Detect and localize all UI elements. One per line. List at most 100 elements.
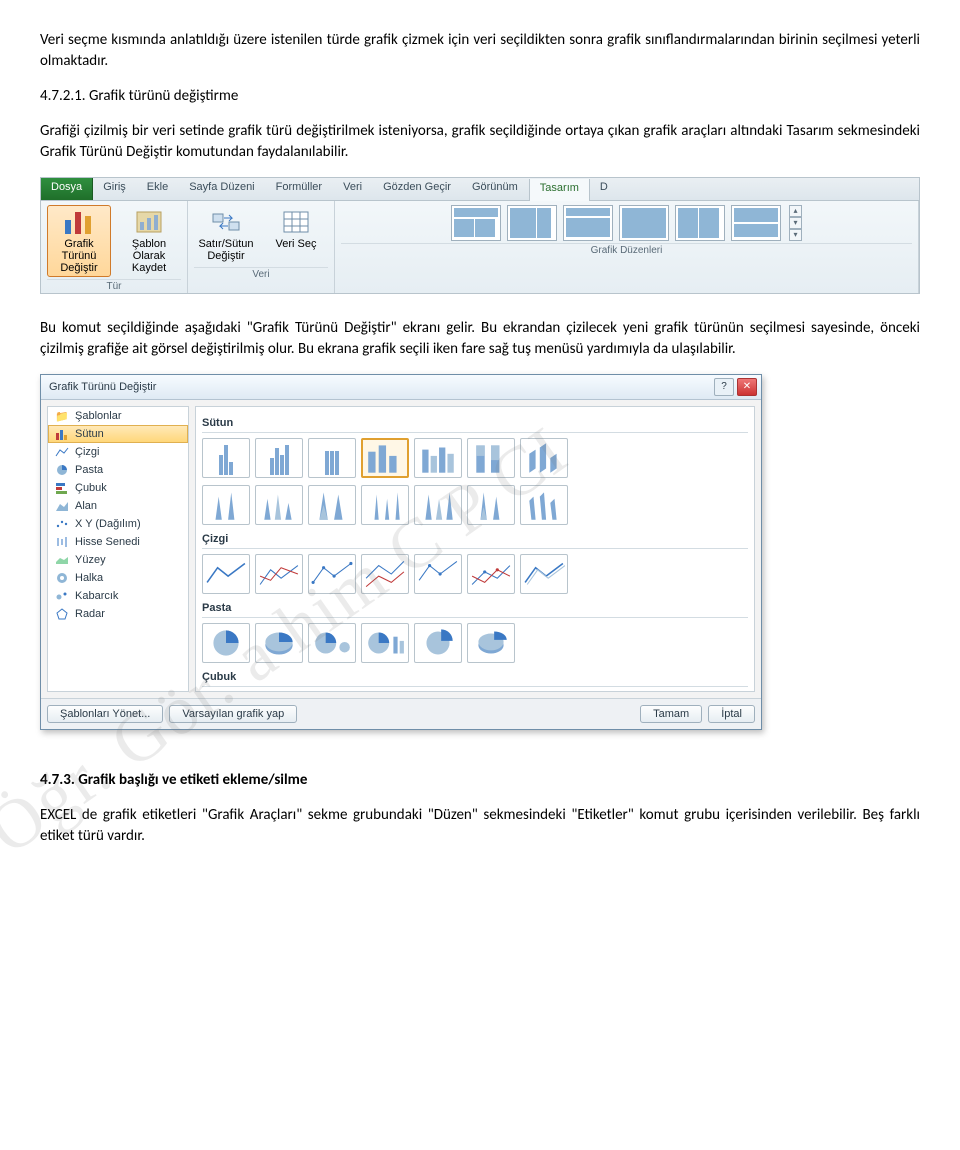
- side-item-label: Halka: [75, 572, 103, 584]
- side-item-sutun[interactable]: Sütun: [48, 425, 188, 443]
- tab-gorunum[interactable]: Görünüm: [462, 178, 529, 200]
- set-default-chart-button[interactable]: Varsayılan grafik yap: [169, 705, 297, 723]
- stock-chart-icon: [55, 536, 69, 548]
- change-chart-type-label: Grafik Türünü Değiştir: [50, 238, 108, 274]
- side-item-label: Sütun: [75, 428, 104, 440]
- bubble-chart-icon: [55, 590, 69, 602]
- line-thumb[interactable]: [414, 554, 462, 594]
- side-item-kabarcik[interactable]: Kabarcık: [48, 587, 188, 605]
- ribbon-tabs: Dosya Giriş Ekle Sayfa Düzeni Formüller …: [41, 178, 919, 201]
- bar-chart-icon: [55, 482, 69, 494]
- column-thumb[interactable]: [414, 485, 462, 525]
- column-thumb[interactable]: [361, 485, 409, 525]
- column-thumb[interactable]: [202, 485, 250, 525]
- section-4721-body: Grafiği çizilmiş bir veri setinde grafik…: [40, 121, 920, 163]
- donut-chart-icon: [55, 572, 69, 584]
- side-item-label: Alan: [75, 500, 97, 512]
- chart-layout-thumb[interactable]: [675, 205, 725, 241]
- side-item-label: Pasta: [75, 464, 103, 476]
- side-item-label: Hisse Senedi: [75, 536, 140, 548]
- column-thumb[interactable]: [255, 485, 303, 525]
- column-thumb[interactable]: [255, 438, 303, 478]
- more-icon[interactable]: ▾: [789, 229, 802, 241]
- side-item-hisse[interactable]: Hisse Senedi: [48, 533, 188, 551]
- line-thumb[interactable]: [520, 554, 568, 594]
- change-chart-type-button[interactable]: Grafik Türünü Değiştir: [47, 205, 111, 277]
- select-data-button[interactable]: Veri Seç: [264, 205, 328, 253]
- pie-thumb[interactable]: [308, 623, 356, 663]
- bar-chart-icon: [63, 208, 95, 236]
- tab-dosya[interactable]: Dosya: [41, 178, 93, 200]
- line-thumb[interactable]: [255, 554, 303, 594]
- chevron-down-icon[interactable]: ▾: [789, 217, 802, 229]
- pie-thumb[interactable]: [467, 623, 515, 663]
- tab-gozden-gecir[interactable]: Gözden Geçir: [373, 178, 462, 200]
- category-heading-sutun: Sütun: [202, 415, 748, 433]
- dialog-title-text: Grafik Türünü Değiştir: [49, 381, 156, 393]
- column-thumb[interactable]: [520, 438, 568, 478]
- chart-layout-thumb[interactable]: [731, 205, 781, 241]
- save-as-template-button[interactable]: Şablon Olarak Kaydet: [117, 205, 181, 277]
- column-thumb[interactable]: [467, 485, 515, 525]
- tab-veri[interactable]: Veri: [333, 178, 373, 200]
- pie-thumb[interactable]: [361, 623, 409, 663]
- side-item-cizgi[interactable]: Çizgi: [48, 443, 188, 461]
- line-thumb[interactable]: [308, 554, 356, 594]
- column-thumb[interactable]: [308, 485, 356, 525]
- side-item-yuzey[interactable]: Yüzey: [48, 551, 188, 569]
- surface-chart-icon: [55, 554, 69, 566]
- tab-extra[interactable]: D: [590, 178, 619, 200]
- side-item-sablonlar[interactable]: 📁 Şablonlar: [48, 407, 188, 425]
- side-item-radar[interactable]: Radar: [48, 605, 188, 623]
- tab-sayfa-duzeni[interactable]: Sayfa Düzeni: [179, 178, 265, 200]
- side-item-label: Radar: [75, 608, 105, 620]
- category-heading-pasta: Pasta: [202, 600, 748, 618]
- column-thumb[interactable]: [308, 438, 356, 478]
- column-thumb[interactable]: [520, 485, 568, 525]
- tab-giris[interactable]: Giriş: [93, 178, 137, 200]
- line-thumb[interactable]: [467, 554, 515, 594]
- section-4721-heading: 4.7.2.1. Grafik türünü değiştirme: [40, 86, 920, 107]
- help-button[interactable]: ?: [714, 378, 734, 396]
- tab-ekle[interactable]: Ekle: [137, 178, 179, 200]
- chart-layout-thumb[interactable]: [507, 205, 557, 241]
- chart-layout-thumb[interactable]: [563, 205, 613, 241]
- line-chart-icon: [55, 446, 69, 458]
- pie-thumb[interactable]: [202, 623, 250, 663]
- column-thumb[interactable]: [202, 438, 250, 478]
- dialog-footer: Şablonları Yönet... Varsayılan grafik ya…: [41, 698, 761, 729]
- cancel-button[interactable]: İptal: [708, 705, 755, 723]
- side-item-label: Şablonlar: [75, 410, 121, 422]
- column-thumb-selected[interactable]: [361, 438, 409, 478]
- ok-button[interactable]: Tamam: [640, 705, 702, 723]
- scatter-chart-icon: [55, 518, 69, 530]
- column-thumb[interactable]: [414, 438, 462, 478]
- tab-formuller[interactable]: Formüller: [266, 178, 333, 200]
- tab-tasarim[interactable]: Tasarım: [529, 179, 590, 201]
- chart-category-list: 📁 Şablonlar Sütun Çizgi Pasta Çubuk: [47, 406, 189, 692]
- side-item-label: Kabarcık: [75, 590, 118, 602]
- close-button[interactable]: ✕: [737, 378, 757, 396]
- side-item-cubuk[interactable]: Çubuk: [48, 479, 188, 497]
- chevron-up-icon[interactable]: ▴: [789, 205, 802, 217]
- line-thumb[interactable]: [202, 554, 250, 594]
- layout-gallery-nav[interactable]: ▴ ▾ ▾: [789, 205, 802, 241]
- side-item-halka[interactable]: Halka: [48, 569, 188, 587]
- switch-row-column-button[interactable]: Satır/Sütun Değiştir: [194, 205, 258, 265]
- area-chart-icon: [55, 500, 69, 512]
- line-thumb[interactable]: [361, 554, 409, 594]
- chart-layout-thumb[interactable]: [451, 205, 501, 241]
- section-473-heading: 4.7.3. Grafik başlığı ve etiketi ekleme/…: [40, 770, 920, 791]
- mid-paragraph: Bu komut seçildiğinde aşağıdaki "Grafik …: [40, 318, 920, 360]
- chart-layout-thumb[interactable]: [619, 205, 669, 241]
- column-thumb[interactable]: [467, 438, 515, 478]
- switch-icon: [210, 208, 242, 236]
- side-item-xy[interactable]: X Y (Dağılım): [48, 515, 188, 533]
- manage-templates-button[interactable]: Şablonları Yönet...: [47, 705, 163, 723]
- side-item-label: X Y (Dağılım): [75, 518, 141, 530]
- side-item-alan[interactable]: Alan: [48, 497, 188, 515]
- side-item-label: Çubuk: [75, 482, 107, 494]
- pie-thumb[interactable]: [414, 623, 462, 663]
- side-item-pasta[interactable]: Pasta: [48, 461, 188, 479]
- pie-thumb[interactable]: [255, 623, 303, 663]
